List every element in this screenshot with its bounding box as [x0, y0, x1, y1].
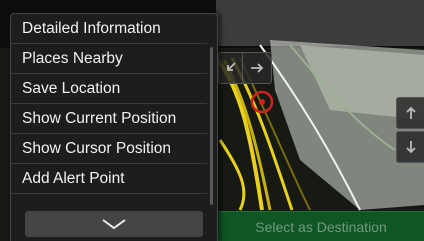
- forward-arrow-icon[interactable]: [242, 52, 272, 84]
- menu-item-detailed-information[interactable]: Detailed Information: [11, 14, 207, 44]
- navigation-screen: Select as Destination Detailed Informati…: [0, 0, 424, 241]
- menu-item-show-cursor-position[interactable]: Show Cursor Position: [11, 134, 207, 164]
- select-destination-label: Select as Destination: [255, 219, 387, 235]
- menu-item-save-location[interactable]: Save Location: [11, 74, 207, 104]
- menu-scrollbar[interactable]: [210, 47, 213, 205]
- menu-item-add-alert-point[interactable]: Add Alert Point: [11, 164, 207, 194]
- arrow-down-icon[interactable]: [396, 131, 424, 163]
- back-arrow-icon[interactable]: [218, 52, 243, 84]
- context-menu: Detailed Information Places Nearby Save …: [10, 13, 218, 241]
- menu-item-show-current-position[interactable]: Show Current Position: [11, 104, 207, 134]
- chevron-down-icon: [102, 219, 126, 230]
- menu-item-places-nearby[interactable]: Places Nearby: [11, 44, 207, 74]
- arrow-up-icon[interactable]: [396, 97, 424, 129]
- menu-expand-button[interactable]: [25, 211, 203, 237]
- menu-list: Detailed Information Places Nearby Save …: [11, 14, 207, 194]
- select-destination-button[interactable]: Select as Destination: [218, 211, 424, 241]
